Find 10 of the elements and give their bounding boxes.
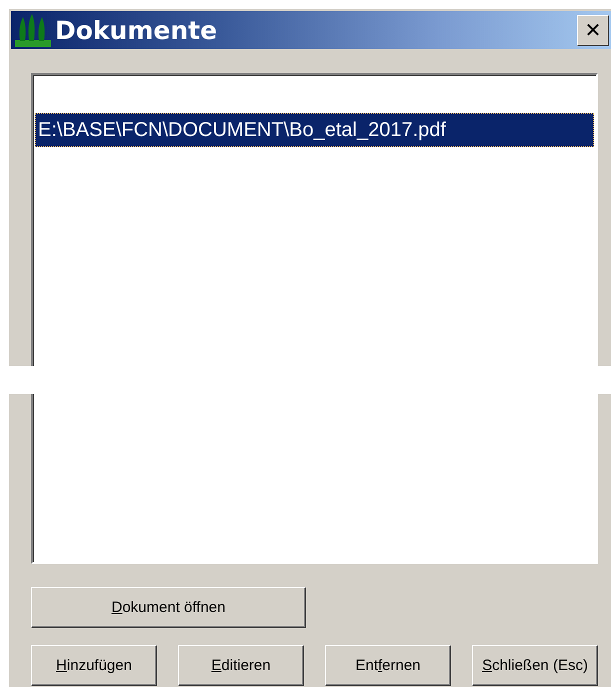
document-list[interactable]: E:\BASE\FCN\DOCUMENT\Bo_etal_2017.pdf [31,73,598,564]
document-item[interactable]: E:\BASE\FCN\DOCUMENT\Bo_etal_2017.pdf [35,113,594,147]
window-title: Dokumente [55,16,218,44]
trees-icon [15,13,51,47]
close-button[interactable]: ✕ [577,14,609,46]
open-document-button[interactable]: Dokument öffnen [31,587,306,628]
dialog-button[interactable]: Hinzufügen [31,645,157,686]
dialog-button[interactable]: Editieren [178,645,304,686]
dialog-button[interactable]: Schließen (Esc) [472,645,598,686]
dialog-button[interactable]: Entfernen [325,645,451,686]
